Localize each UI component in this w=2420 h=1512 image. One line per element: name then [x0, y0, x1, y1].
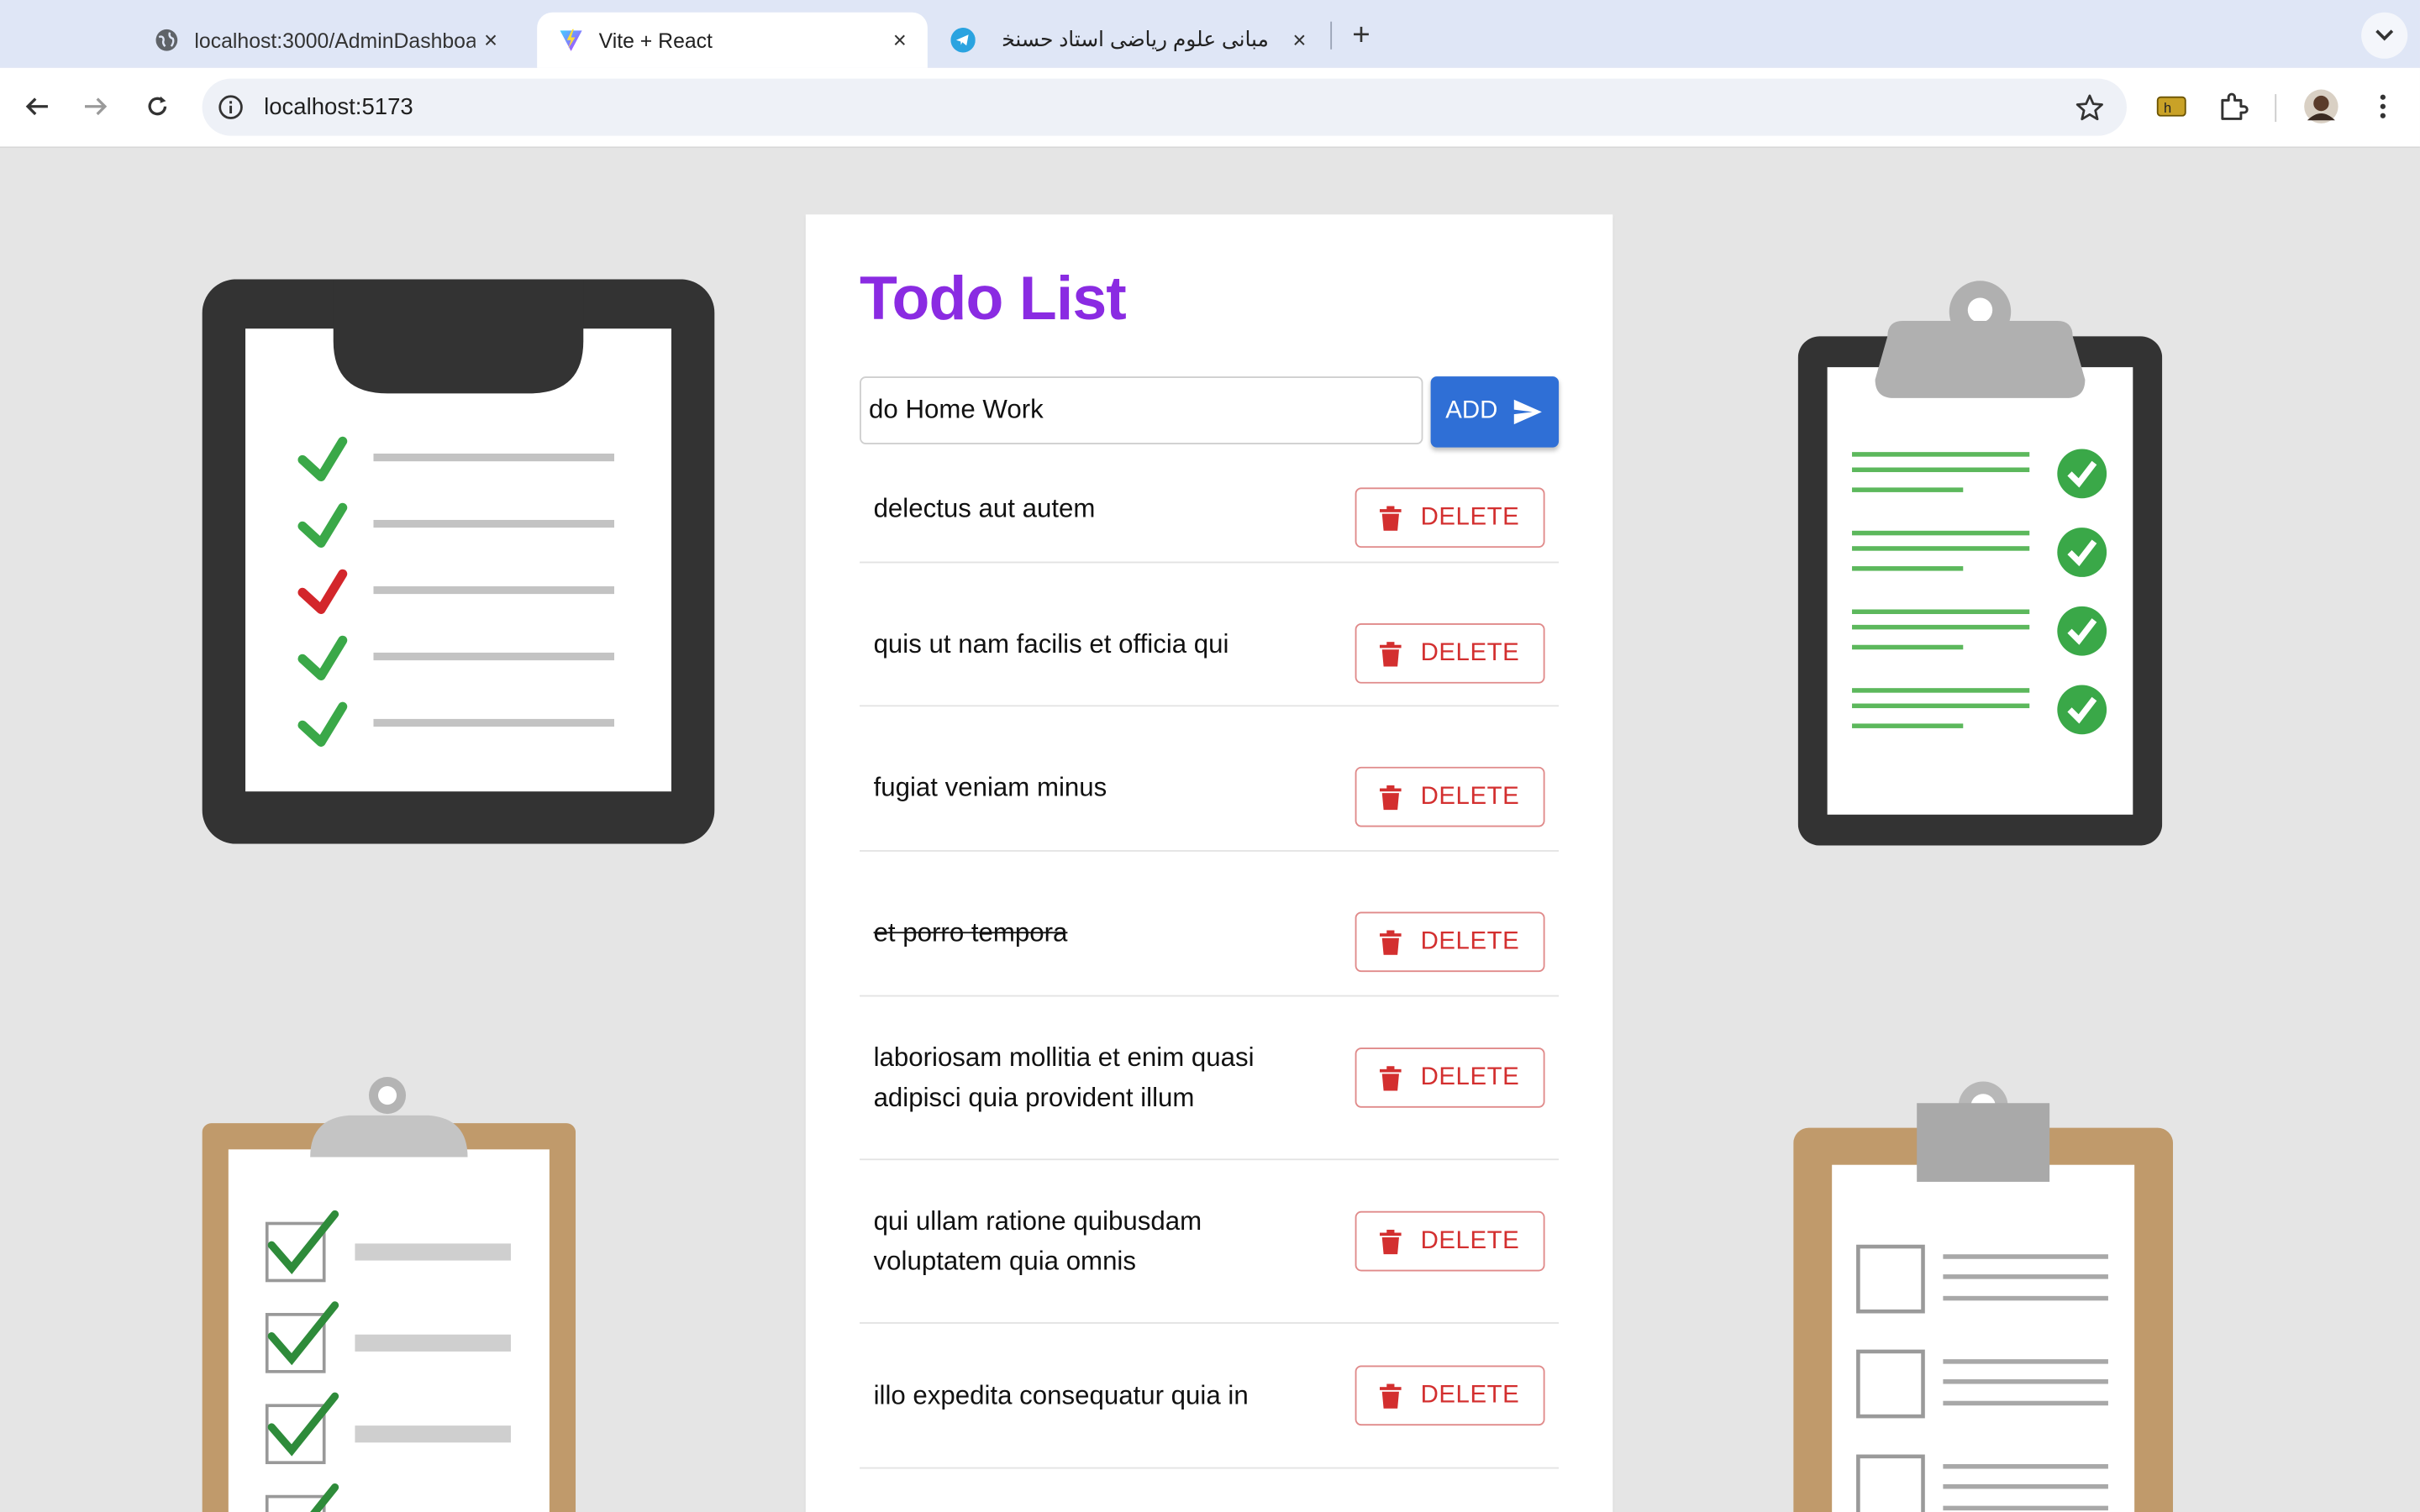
todo-input[interactable] — [860, 376, 1423, 444]
site-info-icon[interactable] — [218, 94, 244, 120]
clipboard-green-checks-illustration — [1797, 281, 2163, 846]
back-arrow-icon[interactable] — [17, 87, 57, 127]
todo-item: laboriosam mollitia et enim quasi adipis… — [860, 997, 1560, 1161]
add-button[interactable]: ADD — [1430, 376, 1560, 448]
new-tab-button[interactable]: + — [1343, 17, 1380, 54]
todo-item: illo expedita consequatur quia in DELETE — [860, 1324, 1560, 1469]
profile-avatar[interactable] — [2302, 87, 2342, 127]
todo-item-text[interactable]: illo expedita consequatur quia in — [874, 1376, 1322, 1416]
delete-label: DELETE — [1420, 503, 1520, 530]
close-tab-icon[interactable]: × — [1284, 24, 1315, 55]
tab-telegram[interactable]: مبانی علوم ریاضی استاد حسنخانی × — [929, 13, 1328, 68]
tab-admin-dashboard[interactable]: localhost:3000/AdminDashboard × — [133, 13, 531, 68]
extension-badge-icon[interactable]: h — [2151, 87, 2191, 127]
todo-item-text[interactable]: laboriosam mollitia et enim quasi adipis… — [874, 1038, 1322, 1119]
reload-icon[interactable] — [137, 87, 177, 127]
tab-title: Vite + React — [598, 28, 713, 52]
url-text: localhost:5173 — [264, 94, 413, 121]
trash-icon — [1380, 1383, 1402, 1408]
delete-label: DELETE — [1420, 783, 1520, 810]
close-tab-icon[interactable]: × — [884, 24, 915, 55]
tab-vite-react[interactable]: Vite + React × — [537, 12, 928, 68]
delete-button[interactable]: DELETE — [1355, 623, 1545, 684]
trash-icon — [1380, 1228, 1402, 1254]
tab-separator — [1330, 21, 1333, 50]
telegram-icon — [950, 28, 976, 53]
vite-logo-icon — [559, 28, 583, 52]
delete-button[interactable]: DELETE — [1355, 1210, 1545, 1272]
delete-label: DELETE — [1420, 1381, 1520, 1408]
todo-item: delectus aut autem DELETE — [860, 457, 1560, 564]
tab-search-chevron-icon[interactable] — [2361, 12, 2408, 59]
more-menu-icon[interactable] — [2363, 87, 2403, 127]
trash-icon — [1380, 929, 1402, 954]
trash-icon — [1380, 1065, 1402, 1090]
delete-label: DELETE — [1420, 927, 1520, 954]
browser-toolbar: localhost:5173 h — [0, 67, 2420, 149]
delete-button[interactable]: DELETE — [1355, 1365, 1545, 1426]
delete-button[interactable]: DELETE — [1355, 487, 1545, 549]
delete-button[interactable]: DELETE — [1355, 911, 1545, 973]
delete-label: DELETE — [1420, 1063, 1520, 1090]
todo-item: qui ullam ratione quibusdam voluptatem q… — [860, 1160, 1560, 1324]
delete-button[interactable]: DELETE — [1355, 766, 1545, 827]
delete-button[interactable]: DELETE — [1355, 1047, 1545, 1108]
todo-item: fugiat veniam minus DELETE — [860, 706, 1560, 852]
trash-icon — [1380, 505, 1402, 530]
forward-arrow-icon[interactable] — [76, 87, 116, 127]
wooden-clipboard-checkboxes-illustration — [202, 1077, 576, 1512]
bookmark-star-icon[interactable] — [2075, 92, 2106, 123]
todo-item-text[interactable]: fugiat veniam minus — [874, 769, 1322, 809]
todo-list: delectus aut autem DELETE quis ut nam fa… — [860, 457, 1560, 1469]
todo-item-text[interactable]: qui ullam ratione quibusdam voluptatem q… — [874, 1202, 1322, 1283]
browser-window: localhost:3000/AdminDashboard × Vite + R… — [0, 0, 2420, 1512]
toolbar-separator — [2275, 94, 2277, 123]
svg-text:h: h — [2164, 100, 2171, 116]
trash-icon — [1380, 784, 1402, 810]
tab-title: localhost:3000/AdminDashboard — [194, 28, 476, 52]
wooden-clipboard-empty-checkboxes-illustration — [1793, 1081, 2174, 1512]
add-button-label: ADD — [1445, 397, 1498, 425]
close-tab-icon[interactable]: × — [476, 24, 507, 55]
extensions-puzzle-icon[interactable] — [2213, 87, 2254, 127]
tab-title: مبانی علوم ریاضی استاد حسنخانی — [1002, 28, 1269, 51]
todo-item-text[interactable]: delectus aut autem — [874, 489, 1322, 529]
todo-item: quis ut nam facilis et officia qui DELET… — [860, 563, 1560, 707]
clipboard-checklist-illustration — [202, 279, 715, 844]
delete-label: DELETE — [1420, 1227, 1520, 1254]
trash-icon — [1380, 641, 1402, 666]
page-title: Todo List — [860, 265, 1127, 333]
todo-item-completed: et porro tempora DELETE — [860, 852, 1560, 997]
todo-item-text[interactable]: et porro tempora — [874, 913, 1322, 953]
delete-label: DELETE — [1420, 639, 1520, 666]
globe-icon — [155, 28, 179, 52]
todo-card: Todo List ADD delectus aut autem DELETE … — [805, 214, 1613, 1512]
tab-strip: localhost:3000/AdminDashboard × Vite + R… — [0, 0, 2420, 68]
send-icon — [1514, 399, 1543, 425]
address-bar[interactable]: localhost:5173 — [202, 78, 2127, 136]
todo-item-text[interactable]: quis ut nam facilis et officia qui — [874, 625, 1322, 665]
